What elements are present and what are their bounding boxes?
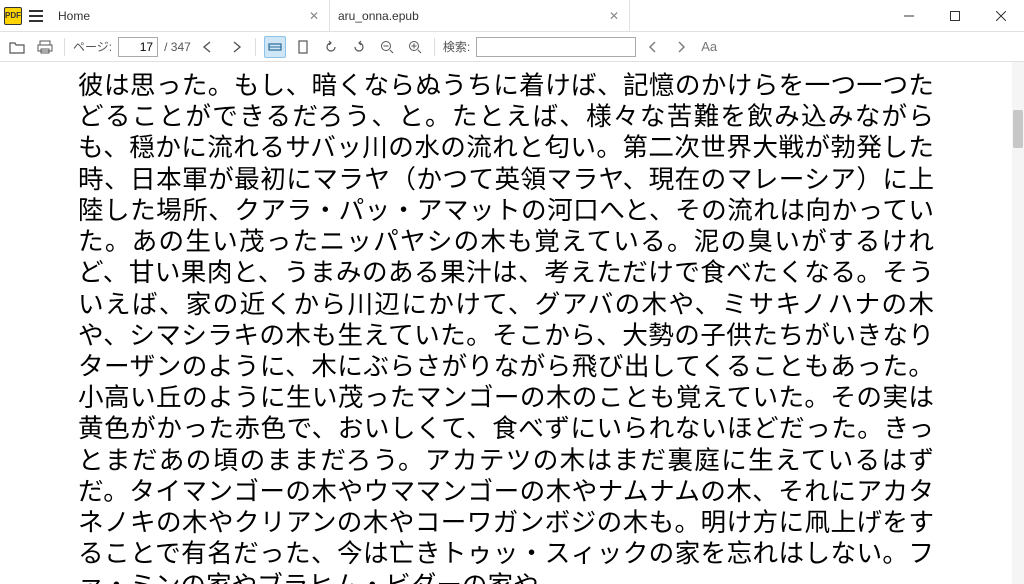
search-next-button[interactable] [670,36,692,58]
page-number-input[interactable] [118,37,158,57]
tab-home[interactable]: Home ✕ [50,0,330,31]
page-label: ページ: [73,38,112,55]
page-body-text: 彼は思った。もし、暗くならぬうちに着けば、記憶のかけらを一つ一つたどることができ… [0,62,1012,584]
toolbar: ページ: / 347 検索: Aa [0,32,1024,62]
fit-page-button[interactable] [292,36,314,58]
window-controls [886,0,1024,31]
open-file-button[interactable] [6,36,28,58]
zoom-in-button[interactable] [404,36,426,58]
vertical-scrollbar-track[interactable] [1012,62,1024,584]
tab-strip: Home ✕ aru_onna.epub ✕ [50,0,886,31]
vertical-scrollbar-thumb[interactable] [1013,110,1023,148]
tab-label: aru_onna.epub [338,9,601,23]
titlebar: PDF Home ✕ aru_onna.epub ✕ [0,0,1024,32]
close-icon[interactable]: ✕ [607,9,621,23]
tab-label: Home [58,9,301,23]
window-minimize-button[interactable] [886,0,932,31]
toolbar-separator [255,38,256,56]
page-total-label: / 347 [164,40,191,54]
window-maximize-button[interactable] [932,0,978,31]
titlebar-left: PDF [0,0,50,31]
close-icon[interactable]: ✕ [307,9,321,23]
toolbar-separator [64,38,65,56]
next-page-button[interactable] [225,36,247,58]
search-prev-button[interactable] [642,36,664,58]
app-icon: PDF [4,7,22,25]
body-text: 彼は思った。もし、暗くならぬうちに着けば、記憶のかけらを一つ一つたどることができ… [78,71,934,584]
hamburger-menu-icon[interactable] [26,6,46,26]
rotate-right-button[interactable] [348,36,370,58]
rotate-left-button[interactable] [320,36,342,58]
tab-document[interactable]: aru_onna.epub ✕ [330,0,630,31]
window-close-button[interactable] [978,0,1024,31]
fit-width-button[interactable] [264,36,286,58]
search-label: 検索: [443,38,470,55]
prev-page-button[interactable] [197,36,219,58]
toolbar-separator [434,38,435,56]
match-case-button[interactable]: Aa [698,36,720,58]
document-viewport[interactable]: 彼は思った。もし、暗くならぬうちに着けば、記憶のかけらを一つ一つたどることができ… [0,62,1012,584]
search-input[interactable] [476,37,636,57]
print-button[interactable] [34,36,56,58]
zoom-out-button[interactable] [376,36,398,58]
